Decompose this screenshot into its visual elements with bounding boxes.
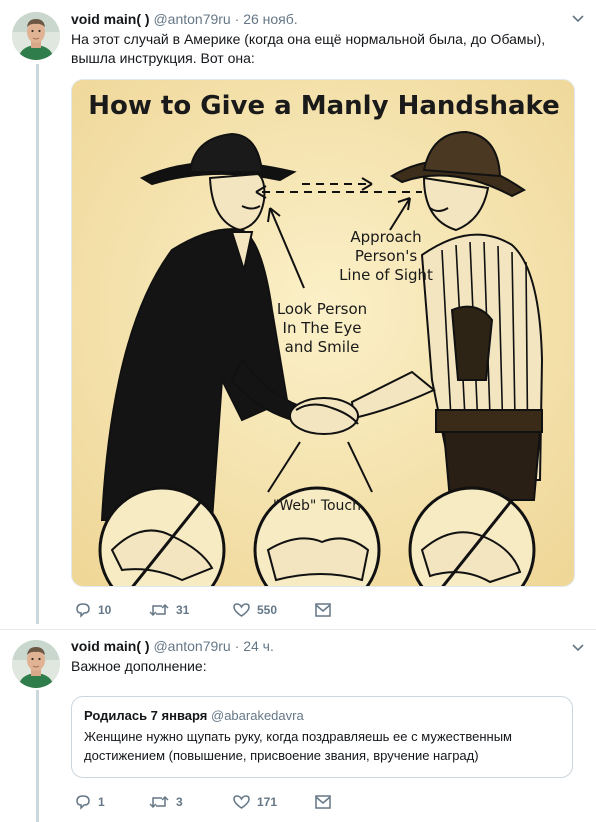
like-button[interactable]: 171 [233,792,277,812]
timestamp[interactable]: 24 ч. [243,638,274,654]
quoted-tweet[interactable]: Родилась 7 января @abarakedavra Женщине … [71,696,573,778]
retweet-icon [149,603,169,617]
tweet-text: Важное дополнение: [71,658,207,674]
envelope-icon [315,603,331,617]
chevron-down-icon[interactable] [572,15,584,23]
reply-count: 1 [98,795,105,809]
chevron-down-icon[interactable] [572,644,584,652]
media-title: How to Give a Manly Handshake [88,91,560,121]
author-name[interactable]: void main( ) [71,11,150,27]
approach-label-line1: Approach [350,228,421,246]
retweet-count: 3 [176,795,183,809]
retweet-icon [149,795,169,809]
avatar[interactable] [12,12,60,60]
author-handle[interactable]: @anton79ru [153,11,230,27]
quoted-author-handle: @abarakedavra [211,708,304,723]
handshake-illustration [289,397,359,435]
separator-dot: · [234,638,240,654]
direct-message-button[interactable] [315,600,331,620]
look-label-line1: Look Person [277,300,367,318]
look-label-line3: and Smile [285,338,360,356]
direct-message-button[interactable] [315,792,331,812]
tweet-media-image[interactable]: How to Give a Manly Handshake Approach P… [71,79,575,587]
look-label-line2: In The Eye [283,319,362,337]
avatar[interactable] [12,640,60,688]
like-count: 171 [257,795,278,809]
retweet-count: 31 [176,603,190,617]
reply-button[interactable]: 10 [75,600,111,620]
heart-icon [233,795,250,809]
quoted-tweet-text: Женщине нужно щупать руку, когда поздрав… [84,729,512,763]
reply-button[interactable]: 1 [75,792,105,812]
tweet[interactable]: void main( ) @anton79ru · 26 нояб. На эт… [0,0,596,628]
tweet[interactable]: void main( ) @anton79ru · 24 ч. Важное д… [0,630,596,822]
tweet-text: На этот случай в Америке (когда она ещё … [71,31,546,66]
quoted-author-name: Родилась 7 января [84,708,208,723]
reply-icon [76,603,90,618]
retweet-button[interactable]: 31 [149,600,189,620]
web-touch-label: "Web" Touch [273,498,361,514]
reply-count: 10 [98,603,112,617]
like-count: 550 [257,603,278,617]
timestamp[interactable]: 26 нояб. [243,11,297,27]
like-button[interactable]: 550 [233,600,277,620]
retweet-button[interactable]: 3 [149,792,183,812]
envelope-icon [315,795,331,809]
approach-label-line2: Person's [355,247,418,265]
author-handle[interactable]: @anton79ru [153,638,230,654]
tweet-actions: 1 3 171 [71,792,575,812]
separator-dot: · [234,11,240,27]
heart-icon [233,603,250,617]
approach-label-line3: Line of Sight [339,266,433,284]
tweet-actions: 10 31 550 [71,600,575,620]
author-name[interactable]: void main( ) [71,638,150,654]
reply-icon [76,795,90,810]
